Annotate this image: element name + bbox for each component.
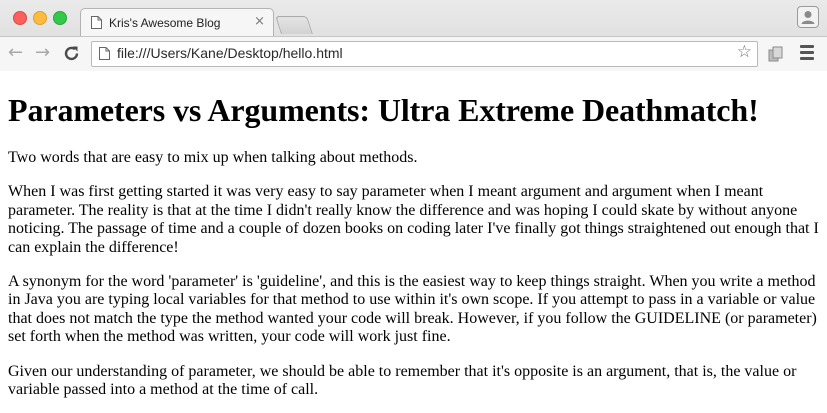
forward-button[interactable]: → <box>35 42 50 64</box>
close-window-icon[interactable] <box>13 11 27 25</box>
maximize-window-icon[interactable] <box>53 11 67 25</box>
profile-icon <box>801 11 815 24</box>
hamburger-menu-icon[interactable] <box>800 45 814 61</box>
paragraph: Two words that are easy to mix up when t… <box>8 149 418 166</box>
page-icon <box>99 47 110 60</box>
page-title: Parameters vs Arguments: Ultra Extreme D… <box>8 92 759 128</box>
page-icon <box>91 16 102 29</box>
bookmark-star-icon[interactable]: ☆ <box>737 42 752 62</box>
new-tab-button[interactable] <box>275 16 313 34</box>
paragraph: When I was first getting started it was … <box>8 183 819 256</box>
extension-icon[interactable] <box>766 45 784 63</box>
paragraph: A synonym for the word 'parameter' is 'g… <box>8 273 817 346</box>
tab-title: Kris's Awesome Blog <box>109 16 221 30</box>
tab-close-button[interactable]: × <box>254 14 265 29</box>
browser-chrome: Kris's Awesome Blog × ← → file:///Users/… <box>0 0 827 71</box>
page-viewport: Parameters vs Arguments: Ultra Extreme D… <box>0 71 827 413</box>
address-bar[interactable]: file:///Users/Kane/Desktop/hello.html ☆ <box>91 41 758 67</box>
paragraph: Given our understanding of parameter, we… <box>8 362 797 399</box>
back-button[interactable]: ← <box>8 42 23 64</box>
reload-icon <box>64 46 79 61</box>
profile-button[interactable] <box>797 6 819 28</box>
url-text[interactable]: file:///Users/Kane/Desktop/hello.html <box>117 45 343 61</box>
reload-button[interactable] <box>63 42 80 68</box>
blog-content: Parameters vs Arguments: Ultra Extreme D… <box>0 92 827 399</box>
minimize-window-icon[interactable] <box>33 11 47 25</box>
tab-active[interactable]: Kris's Awesome Blog × <box>80 8 274 37</box>
browser-toolbar: ← → file:///Users/Kane/Desktop/hello.htm… <box>0 36 827 71</box>
